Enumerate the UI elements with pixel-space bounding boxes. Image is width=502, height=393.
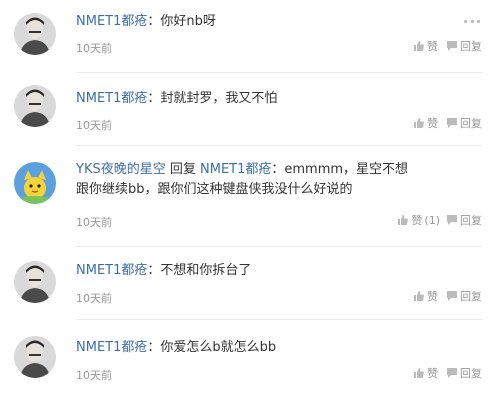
comment-item: NMET1都疮：不想和你拆台了 10天前 赞 回复 [0, 247, 502, 319]
reply-button[interactable]: 回复 [446, 365, 482, 381]
comment-text: NMET1都疮：你好nb呀 [76, 12, 442, 32]
like-button[interactable]: 赞 [413, 365, 440, 381]
reply-button[interactable]: 回复 [446, 288, 482, 304]
reply-icon [447, 291, 457, 301]
username-link[interactable]: NMET1都疮 [76, 263, 147, 278]
portrait-avatar-icon [14, 336, 56, 378]
username-link[interactable]: YKS夜晚的星空 [76, 162, 166, 177]
like-label: 赞 [411, 214, 423, 227]
portrait-avatar-icon [14, 261, 56, 303]
comment-body: ：不想和你拆台了 [147, 263, 252, 278]
like-count: (1) [424, 213, 440, 227]
timestamp: 10天前 [76, 119, 112, 132]
comment-text: YKS夜晚的星空 回复 NMET1都疮：emmmm，星空不想跟你继续bb，跟你们… [76, 160, 412, 200]
comment-item: NMET1都疮：封就封罗，我又不怕 10天前 赞 回复 [0, 73, 502, 145]
reply-label: 回复 [460, 214, 482, 227]
reply-button[interactable]: 回复 [446, 38, 482, 54]
avatar[interactable] [14, 261, 56, 303]
like-button[interactable]: 赞 [413, 288, 440, 304]
like-label: 赞 [427, 117, 438, 130]
thumbs-up-icon [414, 291, 424, 301]
like-label: 赞 [427, 367, 438, 380]
reply-label: 回复 [460, 117, 482, 130]
avatar[interactable] [14, 162, 56, 204]
comment-list: NMET1都疮：你好nb呀 10天前 赞 回复 NMET1都疮：封就封罗，我又不… [0, 0, 502, 393]
comment-body: ：封就封罗，我又不怕 [147, 91, 278, 106]
comment-item: NMET1都疮：你爱怎么b就怎么bb 10天前 赞 回复 [0, 320, 502, 393]
reply-label: 回复 [460, 40, 482, 53]
thumbs-up-icon [414, 118, 424, 128]
reply-icon [447, 118, 457, 128]
reply-label: 回复 [460, 290, 482, 303]
reply-to-username-link[interactable]: NMET1都疮 [200, 162, 271, 177]
username-link[interactable]: NMET1都疮 [76, 340, 147, 355]
like-button[interactable]: 赞 [413, 38, 440, 54]
cartoon-avatar-icon [14, 162, 56, 204]
thumbs-up-icon [414, 368, 424, 378]
portrait-avatar-icon [14, 85, 56, 127]
reply-button[interactable]: 回复 [446, 115, 482, 131]
like-button[interactable]: 赞 [413, 115, 440, 131]
comment-text: NMET1都疮：你爱怎么b就怎么bb [76, 338, 442, 358]
comment-item: YKS夜晚的星空 回复 NMET1都疮：emmmm，星空不想跟你继续bb，跟你们… [0, 146, 502, 246]
like-label: 赞 [427, 290, 438, 303]
avatar[interactable] [14, 336, 56, 378]
username-link[interactable]: NMET1都疮 [76, 14, 147, 29]
comment-item: NMET1都疮：你好nb呀 10天前 赞 回复 [0, 0, 502, 72]
reply-icon [447, 41, 457, 51]
timestamp: 10天前 [76, 292, 112, 305]
reply-label: 回复 [460, 367, 482, 380]
thumbs-up-icon [414, 41, 424, 51]
timestamp: 10天前 [76, 216, 112, 229]
like-label: 赞 [427, 40, 438, 53]
avatar[interactable] [14, 85, 56, 127]
comment-text: NMET1都疮：封就封罗，我又不怕 [76, 89, 442, 109]
comment-body: ：你爱怎么b就怎么bb [147, 340, 277, 355]
avatar[interactable] [14, 13, 56, 55]
portrait-avatar-icon [14, 13, 56, 55]
timestamp: 10天前 [76, 42, 112, 55]
username-link[interactable]: NMET1都疮 [76, 91, 147, 106]
comment-body: ：你好nb呀 [147, 14, 216, 29]
reply-prefix: 回复 [169, 162, 196, 177]
thumbs-up-icon [398, 215, 409, 225]
reply-icon [447, 215, 457, 225]
reply-button[interactable]: 回复 [446, 212, 482, 228]
comment-text: NMET1都疮：不想和你拆台了 [76, 261, 442, 281]
more-menu-button[interactable] [464, 18, 480, 24]
timestamp: 10天前 [76, 369, 112, 382]
reply-icon [447, 368, 457, 378]
like-button[interactable]: 赞 (1) [397, 212, 440, 228]
